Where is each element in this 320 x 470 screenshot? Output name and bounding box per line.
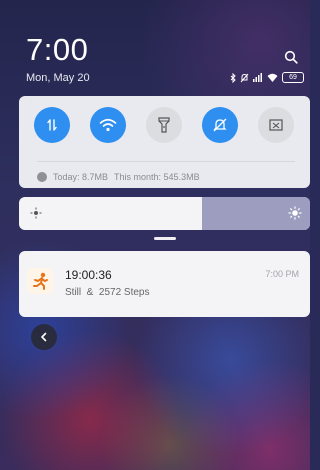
battery-icon: 69 <box>282 72 304 83</box>
clock: 7:00 <box>26 32 89 67</box>
data-month: This month: 545.3MB <box>114 172 200 182</box>
notification-title: 19:00:36 <box>65 268 112 282</box>
silent-toggle[interactable] <box>202 107 238 143</box>
status-header: 7:00 Mon, May 20 69 <box>0 0 310 92</box>
notification-time: 7:00 PM <box>265 269 299 279</box>
mobile-data-toggle[interactable] <box>34 107 70 143</box>
data-usage[interactable]: Today: 8.7MB This month: 545.3MB <box>37 172 200 182</box>
silent-icon <box>213 118 227 132</box>
system-icons: 69 <box>230 72 304 83</box>
signal-icon <box>253 73 262 82</box>
mute-icon <box>240 73 249 82</box>
data-today: Today: 8.7MB <box>53 172 109 182</box>
running-person-icon <box>27 268 53 294</box>
brightness-high-icon <box>288 206 302 220</box>
bluetooth-icon <box>230 72 236 83</box>
flashlight-toggle[interactable] <box>146 107 182 143</box>
notification-text: Still & 2572 Steps <box>65 287 150 298</box>
wifi-icon <box>267 73 278 82</box>
brightness-slider[interactable] <box>19 197 310 230</box>
flashlight-icon <box>158 117 170 133</box>
screenshot-icon <box>269 119 283 131</box>
brightness-low-icon <box>30 207 42 219</box>
search-icon[interactable] <box>284 50 298 64</box>
panel-divider <box>37 161 295 162</box>
wifi-icon <box>99 118 117 132</box>
screenshot-toggle[interactable] <box>258 107 294 143</box>
chevron-left-icon <box>41 332 47 342</box>
date-label: Mon, May 20 <box>26 72 90 84</box>
notification-card[interactable]: 19:00:36 Still & 2572 Steps 7:00 PM <box>19 251 310 317</box>
drag-handle[interactable] <box>154 237 176 240</box>
info-icon <box>37 172 47 182</box>
wifi-toggle[interactable] <box>90 107 126 143</box>
battery-level: 69 <box>289 74 297 81</box>
quick-settings-panel: Today: 8.7MB This month: 545.3MB <box>19 96 310 188</box>
back-button[interactable] <box>31 324 57 350</box>
mobile-data-icon <box>47 119 57 131</box>
